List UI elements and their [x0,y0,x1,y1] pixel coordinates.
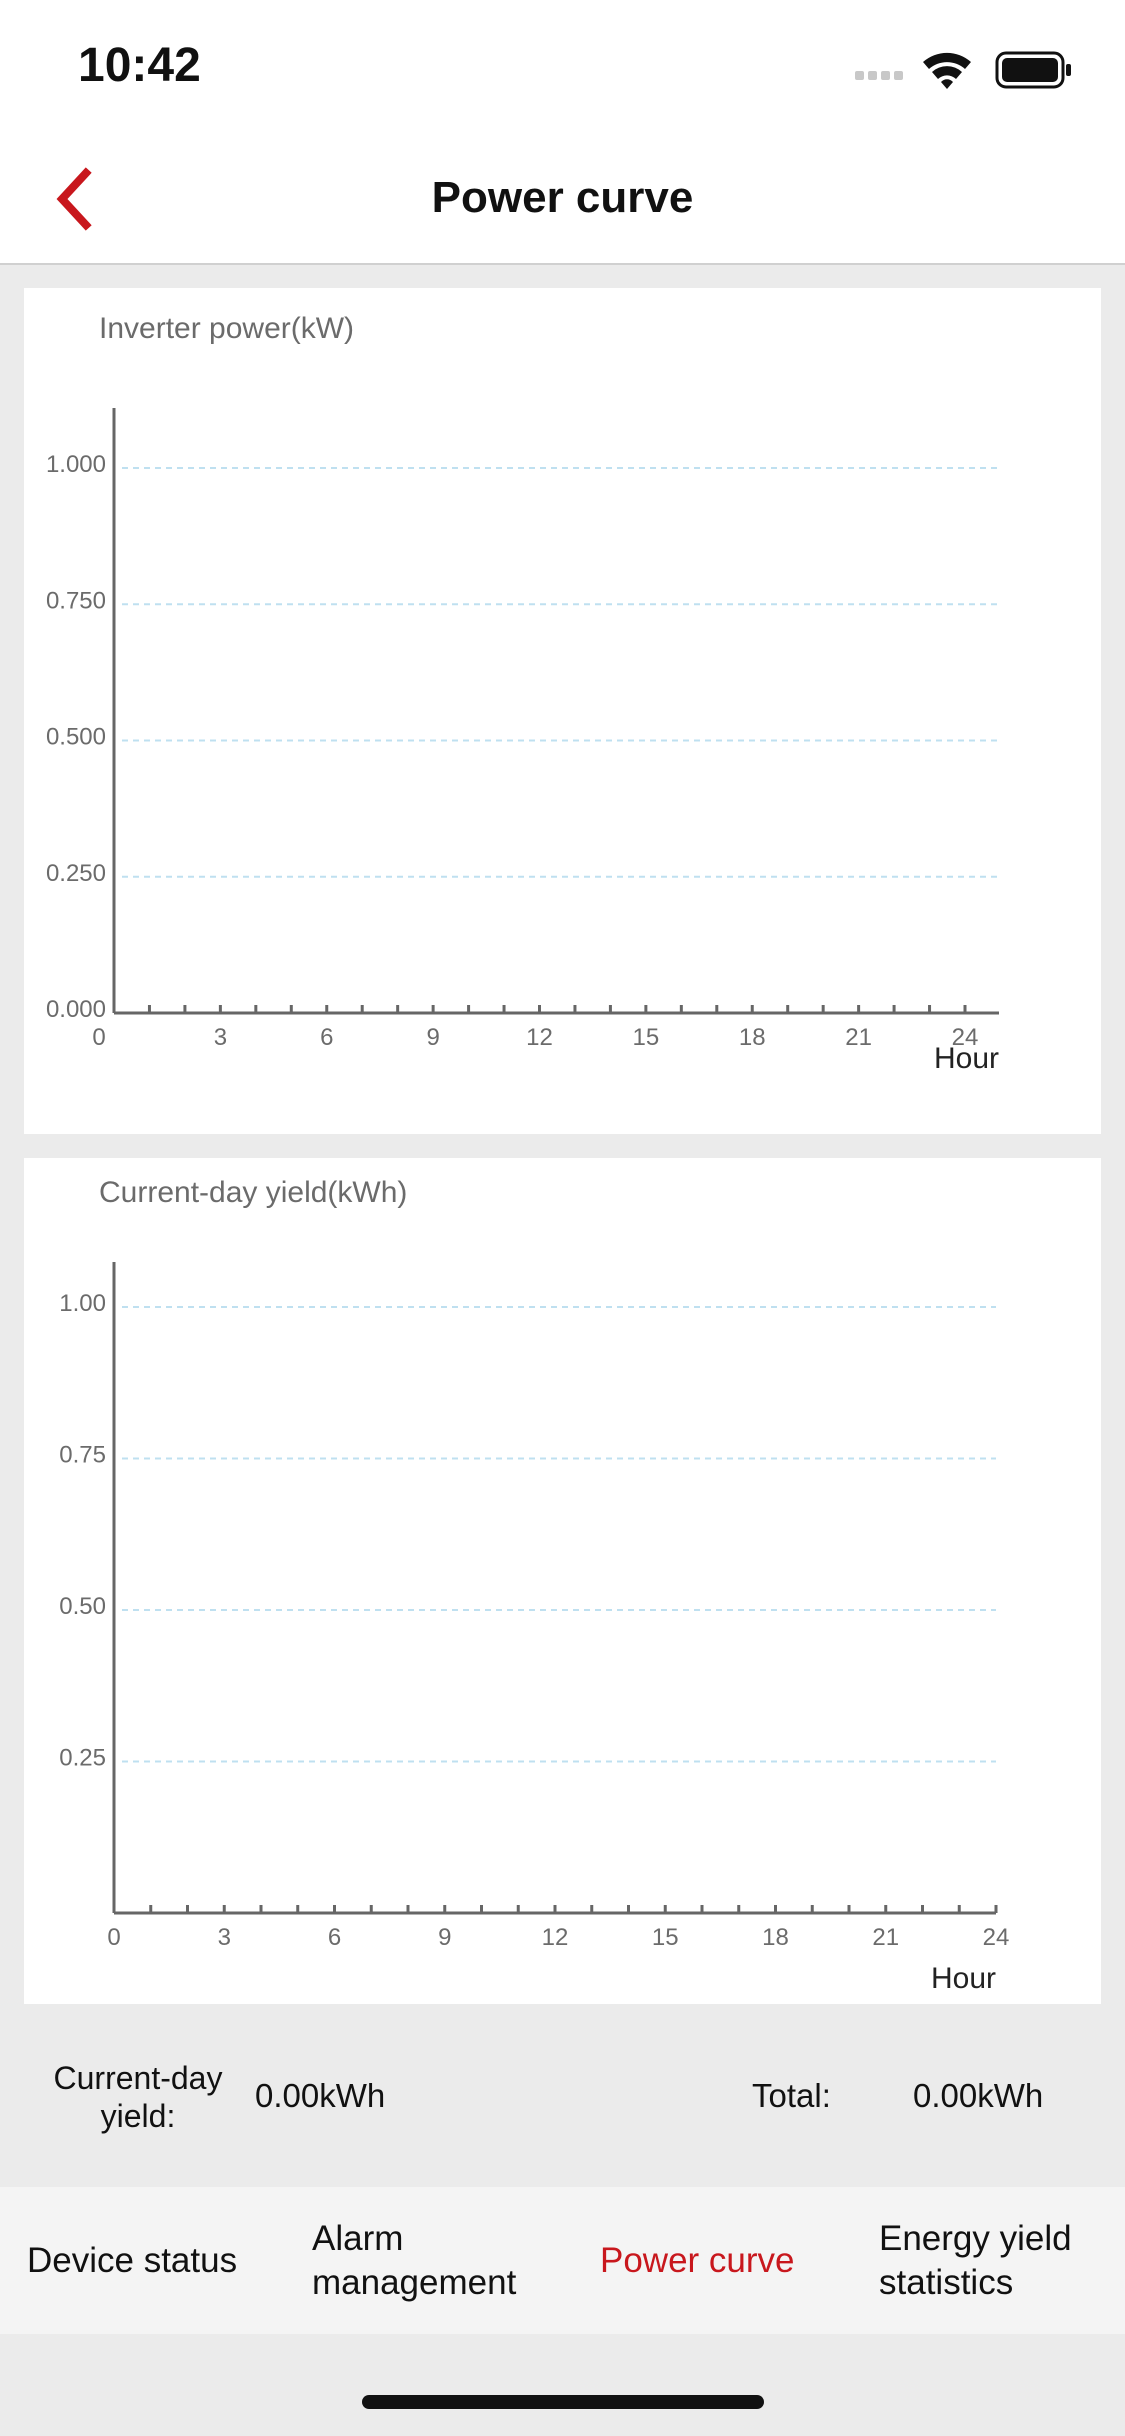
day-yield-label: Current-day yield: [53,2060,223,2134]
y-tick-label: 0.25 [59,1745,106,1772]
power-chart-card: Inverter power(kW) 0.000 0.250 0.500 0.750 1… [24,288,1101,1134]
x-tick-label: 21 [845,1024,872,1051]
power-chart: 0.0000.2500.5000.7501.0000 3 6 9 12 15 18 21 24H… [46,408,999,1075]
x-tick-label: 9 [438,1924,451,1951]
tab-label: Energy yield statistics [879,2218,1072,2302]
x-tick-label: 24 [983,1924,1010,1951]
page-title: Power curve [431,173,694,222]
x-axis-title: Hour [931,1962,996,1995]
x-tick-label: 3 [214,1024,227,1051]
x-tick-label: 15 [633,1024,660,1051]
home-indicator [362,2395,764,2409]
x-tick-label: 21 [872,1924,899,1951]
x-tick-label: 15 [652,1924,679,1951]
y-tick-label: 0.750 [46,587,106,614]
y-tick-label: 0.500 [46,724,106,751]
tab-label: Alarm management [312,2218,517,2302]
status-time: 10:42 [78,39,201,92]
tab-label: Device status [27,2240,238,2280]
x-tick-label: 12 [542,1924,569,1951]
y-tick-label: 1.00 [59,1290,106,1317]
y-tick-label: 0.75 [59,1442,106,1469]
yield-chart-card: Current-day yield(kWh) 0.25 0.50 0.75 1.00 0… [24,1158,1101,2004]
status-bar: 10:42 [0,0,1125,135]
x-tick-label: 18 [739,1024,766,1051]
tab-alarm-management[interactable]: Alarm management [312,2187,542,2334]
y-tick-label: 0.250 [46,860,106,887]
x-tick-label: 9 [426,1024,439,1051]
yield-chart: 0.25 0.50 0.75 1.00 0 3 6 9 12 15 18 21 24 Hour [59,1262,1010,1995]
tab-power-curve[interactable]: Power curve [600,2187,840,2334]
total-yield-value: 0.00kWh [913,2077,1044,2114]
cellular-signal-icon [855,71,903,80]
day-yield-value: 0.00kWh [255,2077,386,2114]
y-tick-label: 0.50 [59,1593,106,1620]
x-tick-label: 6 [328,1924,341,1951]
x-tick-label: 0 [92,1024,105,1051]
wifi-icon [923,52,971,89]
yield-summary: Current-day yield: 0.00kWh Total: 0.00kW… [0,2005,1125,2187]
x-axis-title: Hour [934,1042,999,1075]
battery-icon [995,51,1071,89]
y-tick-label: 0.000 [46,996,106,1023]
x-tick-label: 3 [218,1924,231,1951]
tab-device-status[interactable]: Device status [27,2187,277,2334]
total-yield-label: Total: [752,2077,831,2114]
nav-bar: Power curve [0,135,1125,265]
status-icons [855,48,1085,92]
tab-label: Power curve [600,2240,795,2280]
x-tick-label: 18 [762,1924,789,1951]
x-tick-label: 12 [526,1024,553,1051]
x-tick-label: 6 [320,1024,333,1051]
tab-energy-yield-statistics[interactable]: Energy yield statistics [879,2187,1109,2334]
y-tick-label: 1.000 [46,451,106,478]
x-tick-label: 0 [107,1924,120,1951]
tab-bar: Device status Alarm management Power cur… [0,2187,1125,2334]
